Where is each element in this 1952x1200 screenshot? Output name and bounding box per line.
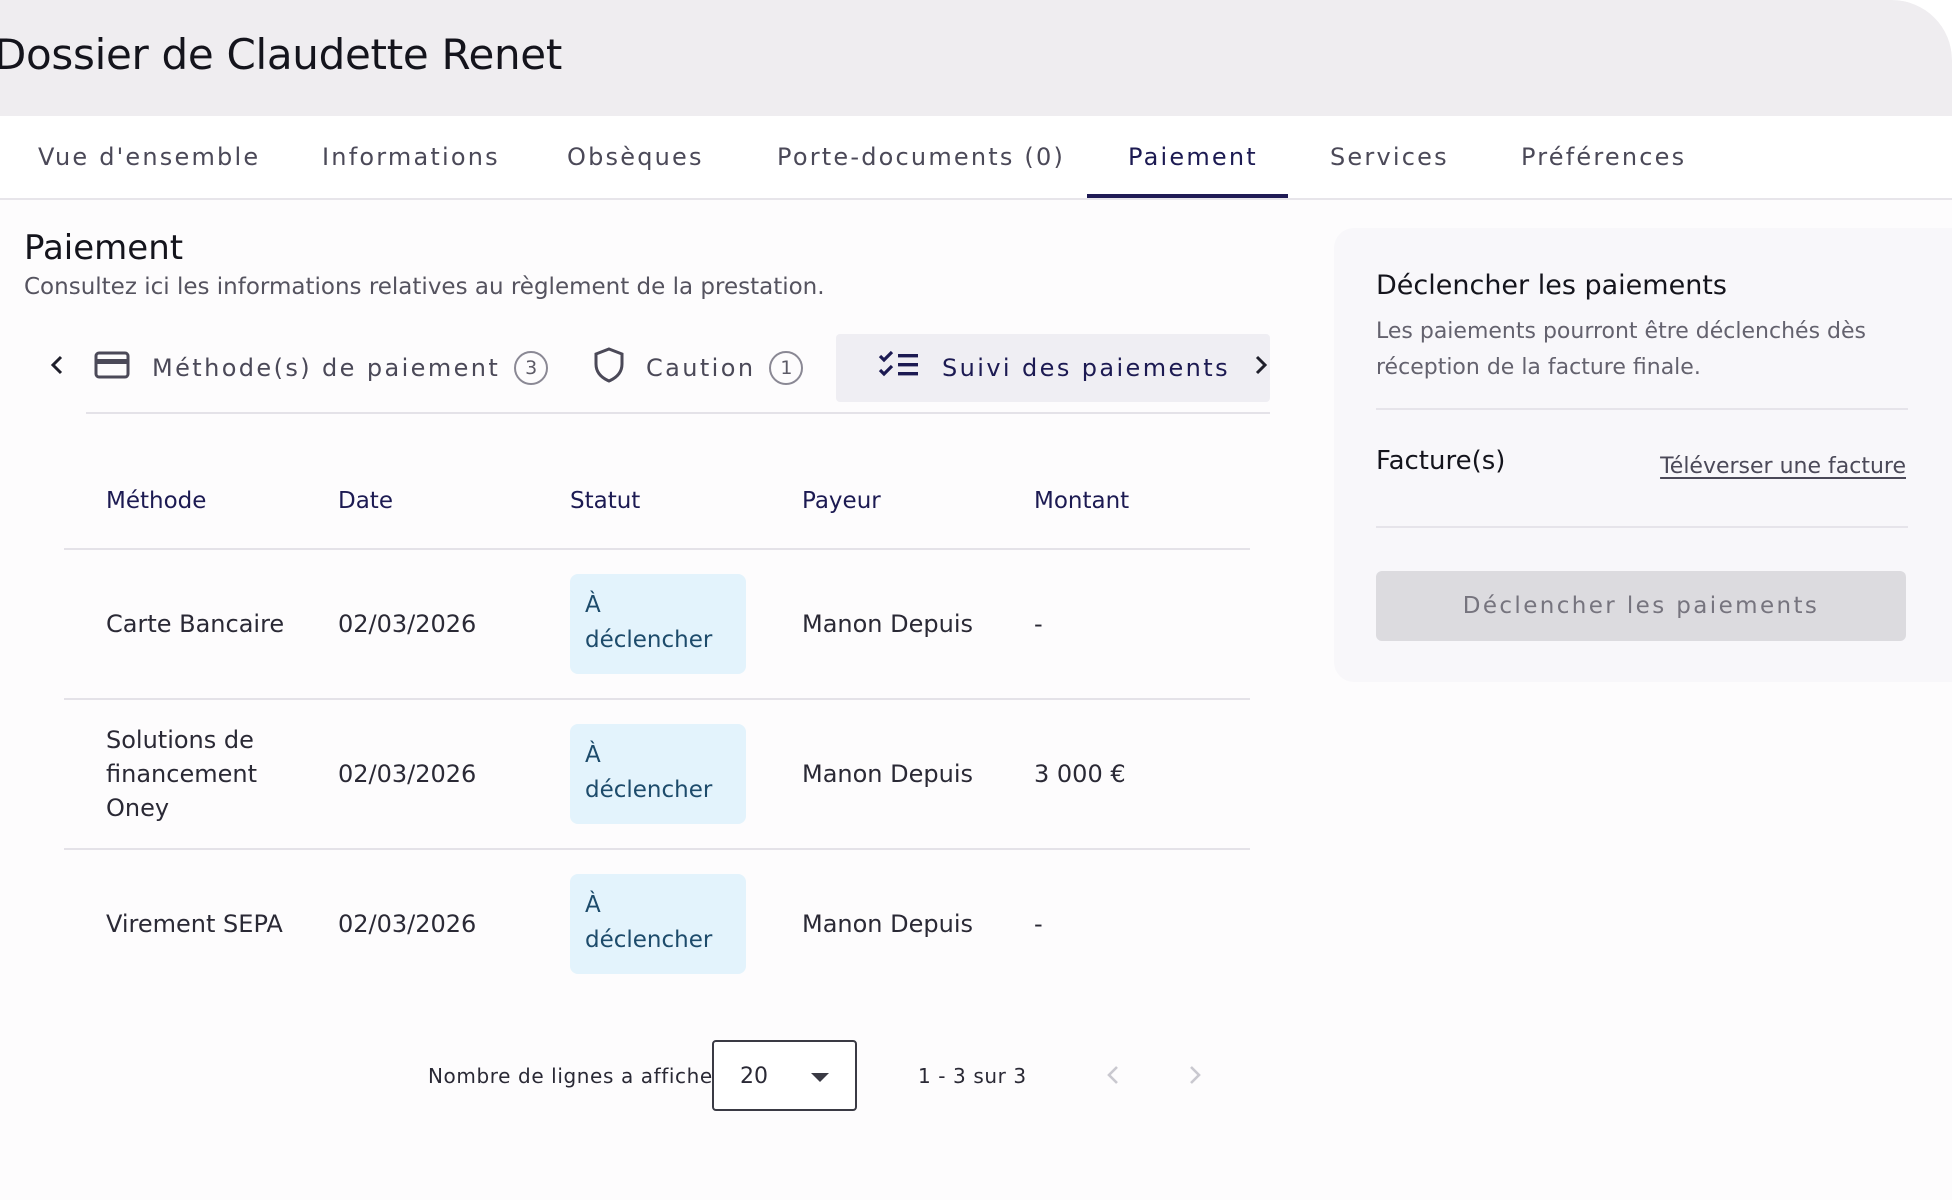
- trigger-payments-panel: Déclencher les paiements Les paiements p…: [1334, 228, 1952, 682]
- status-text-line: déclencher: [585, 627, 713, 653]
- status-badge: À déclencher: [570, 724, 746, 824]
- pagination-range: 1 - 3 sur 3: [918, 1064, 1027, 1088]
- subtab-caution[interactable]: Caution 1: [594, 334, 804, 402]
- status-text-line: À: [585, 892, 601, 918]
- table-row[interactable]: Solutions de financement Oney 02/03/2026…: [64, 700, 1250, 850]
- column-header-methode[interactable]: Méthode: [106, 488, 206, 514]
- tab-porte-documents[interactable]: Porte-documents (0): [777, 116, 1065, 198]
- status-text-line: déclencher: [585, 927, 713, 953]
- cell-date: 02/03/2026: [338, 610, 477, 638]
- checklist-icon: [878, 350, 942, 386]
- subtabs-divider: [86, 412, 1270, 414]
- rows-per-page-label: Nombre de lignes a afficher: [428, 1064, 722, 1088]
- active-tab-indicator: [1087, 194, 1288, 198]
- column-header-montant[interactable]: Montant: [1034, 488, 1129, 514]
- panel-description: Les paiements pourront être déclenchés d…: [1376, 319, 1866, 380]
- chevron-left-icon: [1107, 1066, 1118, 1084]
- table-pagination: Nombre de lignes a afficher 20 1 - 3 sur…: [0, 1040, 1250, 1112]
- subtab-label: Suivi des paiements: [942, 354, 1230, 382]
- cell-payer: Manon Depuis: [802, 610, 974, 638]
- cell-amount: -: [1034, 910, 1043, 938]
- payments-table: Méthode Date Statut Payeur Montant Carte…: [64, 450, 1250, 1000]
- count-badge: 1: [769, 351, 804, 385]
- section-description: Consultez ici les informations relatives…: [24, 274, 825, 300]
- table-header: Méthode Date Statut Payeur Montant: [64, 450, 1250, 550]
- divider: [1376, 526, 1908, 528]
- panel-title: Déclencher les paiements: [1376, 270, 1727, 301]
- shield-icon: [594, 347, 646, 389]
- tab-services[interactable]: Services: [1330, 116, 1449, 198]
- cell-date: 02/03/2026: [338, 760, 477, 788]
- app-window: Dossier de Claudette Renet Vue d'ensembl…: [0, 0, 1952, 1200]
- subtab-label: Méthode(s) de paiement: [152, 354, 501, 382]
- cell-amount: -: [1034, 610, 1043, 638]
- invoices-title: Facture(s): [1376, 446, 1506, 476]
- tab-vue-d-ensemble[interactable]: Vue d'ensemble: [38, 116, 260, 198]
- caret-down-icon: [811, 1073, 829, 1082]
- column-header-statut[interactable]: Statut: [570, 488, 640, 514]
- divider: [1376, 408, 1908, 410]
- method-text-line: Solutions de: [106, 726, 254, 754]
- next-page-button[interactable]: [1178, 1058, 1212, 1092]
- payment-subtabs: Méthode(s) de paiement 3 Caution 1 Suivi…: [40, 330, 1280, 414]
- tab-preferences[interactable]: Préférences: [1521, 116, 1686, 198]
- column-header-payeur[interactable]: Payeur: [802, 488, 881, 514]
- column-header-date[interactable]: Date: [338, 488, 393, 514]
- cell-method: Virement SEPA: [106, 910, 283, 938]
- table-row[interactable]: Carte Bancaire 02/03/2026 À déclencher M…: [64, 550, 1250, 700]
- cell-date: 02/03/2026: [338, 910, 477, 938]
- subtab-label: Caution: [646, 354, 756, 382]
- title-bar: Dossier de Claudette Renet: [0, 0, 1952, 116]
- chevron-left-icon[interactable]: [42, 350, 72, 380]
- subtab-payment-tracking[interactable]: Suivi des paiements: [836, 334, 1270, 402]
- cell-method: Carte Bancaire: [106, 610, 285, 638]
- tab-paiement[interactable]: Paiement: [1128, 116, 1258, 198]
- previous-page-button[interactable]: [1096, 1058, 1130, 1092]
- chevron-right-icon[interactable]: [1246, 350, 1276, 380]
- cell-method: Solutions de financement Oney: [106, 723, 257, 825]
- trigger-payments-button[interactable]: Déclencher les paiements: [1376, 571, 1906, 641]
- page-title: Dossier de Claudette Renet: [0, 30, 563, 79]
- cell-payer: Manon Depuis: [802, 910, 974, 938]
- cell-amount: 3 000 €: [1034, 760, 1126, 788]
- upload-invoice-link[interactable]: Téléverser une facture: [1660, 454, 1906, 479]
- tab-obseques[interactable]: Obsèques: [567, 116, 704, 198]
- status-badge: À déclencher: [570, 874, 746, 974]
- credit-card-icon: [94, 350, 152, 386]
- table-row[interactable]: Virement SEPA 02/03/2026 À déclencher Ma…: [64, 850, 1250, 1000]
- rows-per-page-value: 20: [740, 1064, 768, 1089]
- status-text-line: À: [585, 592, 601, 618]
- count-badge: 3: [514, 351, 549, 385]
- section-title: Paiement: [24, 228, 184, 268]
- method-text-line: financement: [106, 760, 257, 788]
- tab-informations[interactable]: Informations: [322, 116, 500, 198]
- main-tabs: Vue d'ensemble Informations Obsèques Por…: [0, 116, 1952, 200]
- chevron-right-icon: [1190, 1066, 1201, 1084]
- status-badge: À déclencher: [570, 574, 746, 674]
- cell-payer: Manon Depuis: [802, 760, 974, 788]
- subtab-payment-methods[interactable]: Méthode(s) de paiement 3: [94, 334, 549, 402]
- status-text-line: déclencher: [585, 777, 713, 803]
- method-text-line: Oney: [106, 794, 170, 822]
- status-text-line: À: [585, 742, 601, 768]
- rows-per-page-select[interactable]: 20: [712, 1040, 857, 1111]
